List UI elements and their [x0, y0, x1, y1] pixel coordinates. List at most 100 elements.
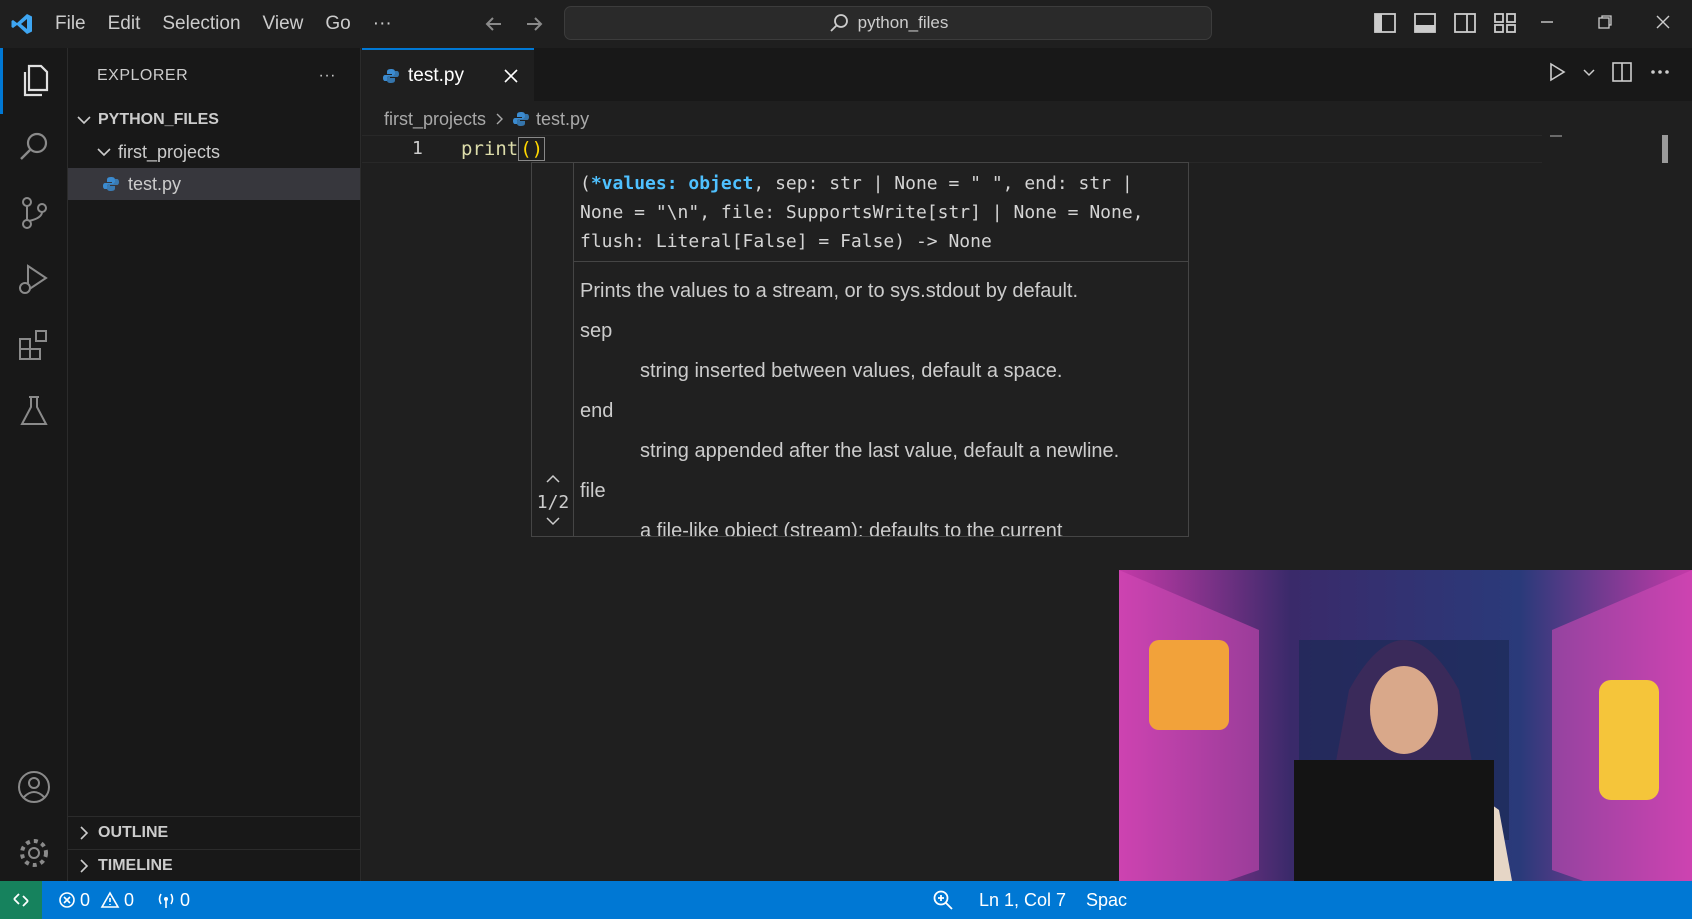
- account-icon: [18, 771, 50, 803]
- close-icon: [504, 68, 518, 83]
- breadcrumb: first_projects test.py: [384, 105, 589, 133]
- toggle-panel-icon[interactable]: [1412, 10, 1438, 36]
- menu-more[interactable]: ···: [362, 0, 403, 48]
- menu-go[interactable]: Go: [314, 0, 361, 48]
- explorer-sidebar: EXPLORER ··· PYTHON_FILES first_projects…: [68, 48, 361, 881]
- accounts-activity[interactable]: [0, 754, 68, 820]
- breadcrumb-file[interactable]: test.py: [536, 109, 589, 130]
- search-activity[interactable]: [0, 114, 68, 180]
- more-actions-icon[interactable]: [1648, 60, 1672, 84]
- breadcrumb-folder[interactable]: first_projects: [384, 109, 486, 130]
- error-icon: [59, 892, 75, 908]
- testing-activity[interactable]: [0, 378, 68, 444]
- python-file-icon: [513, 112, 530, 126]
- function-signature: (*values: object, sep: str | None = " ",…: [580, 169, 1186, 256]
- toggle-secondary-sidebar-icon[interactable]: [1452, 10, 1478, 36]
- doc-param-file-desc: a file-like object (stream); defaults to…: [640, 520, 1063, 537]
- activity-bar: [0, 48, 68, 881]
- webcam-overlay: [1119, 570, 1692, 919]
- doc-param-file: file: [580, 480, 606, 502]
- zoom-in-icon: [933, 890, 953, 910]
- error-count: 0: [80, 889, 91, 910]
- tab-close-button[interactable]: [496, 68, 526, 84]
- doc-param-sep-desc: string inserted between values, default …: [640, 360, 1063, 382]
- title-bar: File Edit Selection View Go ··· python_f…: [0, 0, 1692, 48]
- doc-param-sep: sep: [580, 320, 613, 342]
- tab-test-py[interactable]: test.py: [362, 48, 534, 101]
- signature-docs: Prints the values to a stream, or to sys…: [580, 271, 1186, 537]
- explorer-activity[interactable]: [0, 48, 68, 114]
- explorer-title: EXPLORER: [97, 67, 189, 84]
- problems-indicator[interactable]: 0 0: [58, 890, 134, 911]
- menu-file[interactable]: File: [44, 0, 97, 48]
- split-editor-icon[interactable]: [1610, 60, 1634, 84]
- extensions-activity[interactable]: [0, 312, 68, 378]
- remote-indicator[interactable]: [0, 881, 42, 919]
- remote-icon: [13, 893, 29, 907]
- indentation-indicator[interactable]: Spac: [1086, 890, 1127, 911]
- signature-open-paren: (: [580, 173, 591, 194]
- menu-selection[interactable]: Selection: [151, 0, 251, 48]
- tree-folder-label: first_projects: [118, 141, 221, 162]
- command-center-search[interactable]: python_files: [564, 6, 1212, 40]
- command-center-label: python_files: [857, 13, 949, 32]
- source-control-activity[interactable]: [0, 180, 68, 246]
- tree-file-test-py[interactable]: test.py: [68, 168, 360, 200]
- presenter-video-image: [1119, 570, 1692, 919]
- chevron-down-icon[interactable]: [544, 514, 562, 528]
- cursor-position[interactable]: Ln 1, Col 7: [979, 890, 1066, 911]
- manage-activity[interactable]: [0, 820, 68, 886]
- doc-summary: Prints the values to a stream, or to sys…: [580, 280, 1079, 302]
- back-arrow-icon[interactable]: [481, 11, 507, 37]
- signature-active-param: *values: object: [590, 173, 754, 194]
- doc-param-end: end: [580, 400, 614, 422]
- restore-button[interactable]: [1576, 0, 1634, 44]
- search-icon: [829, 14, 848, 32]
- outline-section[interactable]: OUTLINE: [68, 816, 361, 849]
- signature-page-indicator: 1/2: [536, 492, 570, 513]
- chevron-right-icon: [80, 859, 89, 873]
- menu-edit[interactable]: Edit: [97, 0, 152, 48]
- warning-icon: [100, 891, 120, 908]
- vscode-logo-icon: [0, 0, 44, 48]
- explorer-more-button[interactable]: ···: [319, 67, 336, 85]
- timeline-section[interactable]: TIMELINE: [68, 849, 361, 882]
- code-parens: (): [518, 137, 546, 161]
- scrollbar-thumb[interactable]: [1662, 135, 1668, 163]
- code-line-1[interactable]: print(): [461, 135, 546, 163]
- warning-count: 0: [124, 889, 135, 910]
- run-debug-activity[interactable]: [0, 246, 68, 312]
- outline-label: OUTLINE: [98, 824, 169, 841]
- forward-arrow-icon[interactable]: [521, 11, 547, 37]
- run-python-icon[interactable]: [1546, 61, 1568, 83]
- tree-folder-first-projects[interactable]: first_projects: [68, 136, 360, 168]
- broadcast-icon: [158, 893, 174, 908]
- menu-view[interactable]: View: [252, 0, 315, 48]
- chevron-up-icon[interactable]: [544, 472, 562, 486]
- editor-tabs: test.py: [362, 48, 1692, 101]
- extensions-icon: [19, 330, 47, 360]
- chevron-down-icon: [97, 148, 111, 157]
- run-debug-icon: [19, 264, 48, 294]
- flask-icon: [20, 396, 48, 425]
- tree-root-python-files[interactable]: PYTHON_FILES: [68, 104, 360, 136]
- ports-indicator[interactable]: 0: [156, 890, 190, 911]
- chevron-down-icon: [77, 116, 91, 125]
- files-icon: [23, 64, 48, 97]
- line-number: 1: [412, 138, 423, 159]
- customize-layout-icon[interactable]: [1492, 10, 1518, 36]
- tab-label: test.py: [408, 64, 464, 86]
- signature-nav: 1/2: [532, 163, 574, 536]
- doc-param-end-desc: string appended after the last value, de…: [640, 440, 1120, 462]
- minimize-button[interactable]: [1518, 0, 1576, 44]
- chevron-right-icon: [496, 113, 504, 125]
- code-function-name: print: [461, 138, 519, 160]
- minimap-line: [1550, 135, 1562, 137]
- zoom-indicator[interactable]: [932, 889, 954, 911]
- source-control-icon: [22, 197, 47, 229]
- chevron-down-icon[interactable]: [1582, 65, 1596, 79]
- toggle-primary-sidebar-icon[interactable]: [1372, 10, 1398, 36]
- status-bar: 0 0 0 Ln 1, Col 7 Spac: [0, 881, 1692, 919]
- close-window-button[interactable]: [1634, 0, 1692, 44]
- signature-help-popup: 1/2 (*values: object, sep: str | None = …: [531, 162, 1189, 537]
